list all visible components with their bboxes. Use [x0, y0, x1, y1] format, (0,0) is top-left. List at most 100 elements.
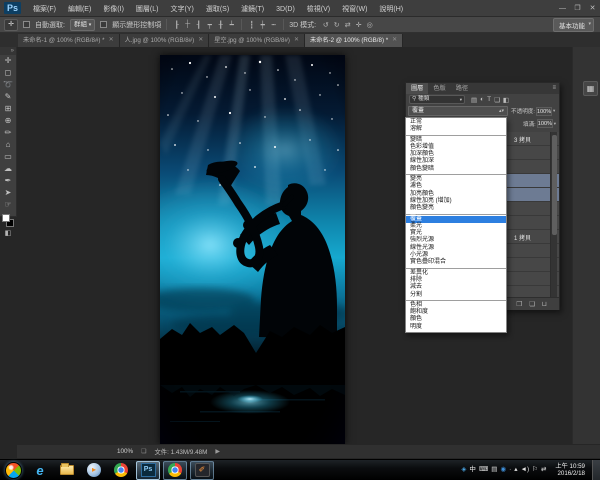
current-tool-icon[interactable]: ✛ — [4, 18, 18, 31]
menu-item[interactable]: 視窗(W) — [336, 6, 373, 13]
document-tab[interactable]: 人.jpg @ 100% (RGB/8#) ✕ — [119, 34, 210, 47]
brush-tool[interactable]: ✏ — [0, 127, 16, 139]
taskbar-paint-app[interactable]: ✐ — [190, 460, 214, 480]
blend-mode-option[interactable]: 差異化 — [406, 270, 506, 277]
opacity-arrow-icon[interactable]: ▾ — [553, 108, 555, 114]
auto-select-checkbox[interactable] — [23, 21, 30, 28]
blend-mode-dropdown[interactable]: 覆蓋 ▴▾ — [408, 106, 508, 116]
tab-close-icon[interactable]: ✕ — [392, 34, 397, 47]
show-transform-checkbox[interactable] — [100, 21, 108, 28]
document-tab[interactable]: 未命名-1 @ 100% (RGB/8#) * ✕ — [18, 34, 120, 47]
tab-channels[interactable]: 色版 — [428, 83, 450, 94]
blend-mode-option[interactable]: 實色疊印混合 — [406, 259, 506, 266]
blend-mode-option[interactable]: 加亮顏色 — [406, 191, 506, 198]
3d-mode-icon[interactable]: ↺ — [321, 21, 330, 29]
eraser-tool[interactable]: ▭ — [0, 151, 16, 163]
hand-tool[interactable]: ☞ — [0, 199, 16, 211]
align-icon[interactable]: ┼ — [183, 21, 192, 29]
lasso-tool[interactable]: ➰ — [0, 79, 16, 91]
status-menu-arrow[interactable]: ▶ — [215, 448, 220, 455]
blend-mode-option[interactable]: 覆蓋 — [406, 215, 506, 223]
delete-layer-button[interactable]: ⊔ — [542, 300, 547, 308]
menu-item[interactable]: 影像(I) — [97, 6, 130, 13]
3d-mode-icon[interactable]: ◎ — [365, 21, 374, 29]
blend-mode-option[interactable]: 強烈光源 — [406, 237, 506, 244]
document-tab[interactable]: 星空.jpg @ 100% (RGB/8#) ✕ — [209, 34, 305, 47]
menu-item[interactable]: 濾鏡(T) — [235, 6, 270, 13]
menu-item[interactable]: 檢視(V) — [301, 6, 336, 13]
tray-ime-chinese-icon[interactable]: 中 — [469, 465, 476, 475]
collapsed-panel-icon[interactable]: ▦ — [583, 81, 598, 96]
layer-list-scrollbar[interactable] — [550, 132, 557, 297]
blend-mode-option[interactable]: 變暗 — [406, 137, 506, 144]
tray-network-icon[interactable]: ⇄ — [541, 465, 546, 475]
blend-mode-option[interactable]: 溶解 — [406, 126, 506, 133]
distribute-icon[interactable]: ┇ — [247, 21, 256, 29]
document-tab[interactable]: 未命名-2 @ 100% (RGB/8) * ✕ — [305, 34, 404, 47]
menu-item[interactable]: 3D(D) — [270, 6, 301, 13]
tab-close-icon[interactable]: ✕ — [198, 34, 203, 47]
new-layer-button[interactable]: ❏ — [529, 300, 535, 308]
blend-mode-option[interactable]: 濾色 — [406, 183, 506, 190]
blend-mode-option[interactable]: 顏色 — [406, 316, 506, 323]
toolbar-collapse-button[interactable]: » — [0, 47, 16, 55]
3d-mode-icon[interactable]: ⇄ — [343, 21, 352, 29]
panel-menu-icon[interactable]: ≡ — [552, 83, 559, 94]
align-icon[interactable]: ┷ — [227, 21, 236, 29]
clone-stamp-tool[interactable]: ⌂ — [0, 139, 16, 151]
new-group-button[interactable]: ❒ — [516, 300, 522, 308]
align-icon[interactable]: ┯ — [205, 21, 214, 29]
blend-mode-option[interactable]: 顏色變亮 — [406, 205, 506, 212]
pen-tool[interactable]: ✒ — [0, 175, 16, 187]
blur-tool[interactable]: ☁ — [0, 163, 16, 175]
menu-item[interactable]: 檔案(F) — [27, 6, 62, 13]
menu-item[interactable]: 圖層(L) — [130, 6, 165, 13]
taskbar-explorer[interactable] — [55, 461, 79, 480]
start-button[interactable] — [5, 461, 22, 479]
taskbar-clock[interactable]: 上午 10:59 2016/2/18 — [555, 463, 585, 478]
menu-item[interactable]: 說明(H) — [373, 6, 409, 13]
document-canvas[interactable] — [160, 55, 345, 445]
layer-filter-dropdown[interactable]: ⚲ 種類 ▾ — [409, 95, 465, 104]
menu-item[interactable]: 選取(S) — [200, 6, 235, 13]
zoom-level-field[interactable]: 100% — [117, 448, 133, 455]
scrollbar-thumb[interactable] — [552, 135, 557, 235]
tab-close-icon[interactable]: ✕ — [109, 34, 114, 47]
taskbar-ie[interactable]: e — [28, 461, 52, 480]
align-icon[interactable]: ┠ — [172, 21, 181, 29]
tab-layers[interactable]: 圖層 — [406, 83, 429, 94]
healing-brush-tool[interactable]: ⊕ — [0, 115, 16, 127]
tray-volume-icon[interactable]: ◄) — [521, 465, 530, 475]
marquee-tool[interactable]: ◻ — [0, 67, 16, 79]
filter-type-icon[interactable]: ◐ — [480, 96, 484, 104]
filter-type-icon[interactable]: ◧ — [503, 96, 509, 104]
tray-keyboard-icon[interactable]: ⌨ — [479, 465, 488, 475]
close-button[interactable]: ✕ — [585, 1, 600, 16]
3d-mode-icon[interactable]: ↻ — [332, 21, 341, 29]
menu-item[interactable]: 文字(Y) — [164, 6, 199, 13]
blend-mode-option[interactable]: 線性加深 — [406, 158, 506, 165]
blend-mode-option[interactable]: 線性光源 — [406, 245, 506, 252]
align-icon[interactable]: ╂ — [216, 21, 225, 29]
move-tool[interactable]: ✛ — [0, 55, 16, 67]
filter-type-icon[interactable]: ❏ — [494, 96, 500, 104]
menu-item[interactable]: 編輯(E) — [62, 6, 97, 13]
tray-update-icon[interactable]: · — [509, 465, 511, 475]
tray-action-center-icon[interactable]: ⚐ — [532, 465, 538, 475]
workspace-switcher-button[interactable]: 基本功能 ▾ — [553, 17, 594, 32]
quick-mask-button[interactable]: ◧ — [0, 229, 16, 239]
taskbar-chrome[interactable] — [109, 461, 133, 480]
tab-paths[interactable]: 路徑 — [451, 83, 473, 94]
opacity-field[interactable]: 100% — [535, 106, 552, 116]
align-icon[interactable]: ┨ — [194, 21, 203, 29]
fill-arrow-icon[interactable]: ▾ — [554, 121, 556, 127]
tray-ime-toolbar-icon[interactable]: ▤ — [491, 465, 497, 475]
tab-close-icon[interactable]: ✕ — [294, 34, 299, 47]
path-select-tool[interactable]: ➤ — [0, 187, 16, 199]
distribute-icon[interactable]: ┿ — [258, 21, 267, 29]
blend-mode-option[interactable]: 明度 — [406, 324, 506, 331]
blend-mode-option[interactable]: 減去 — [406, 284, 506, 291]
taskbar-media-player[interactable]: ▸ — [82, 461, 106, 480]
auto-select-dropdown[interactable]: 群組 ▾ — [69, 18, 96, 31]
blend-mode-option[interactable]: 顏色變暗 — [406, 166, 506, 173]
